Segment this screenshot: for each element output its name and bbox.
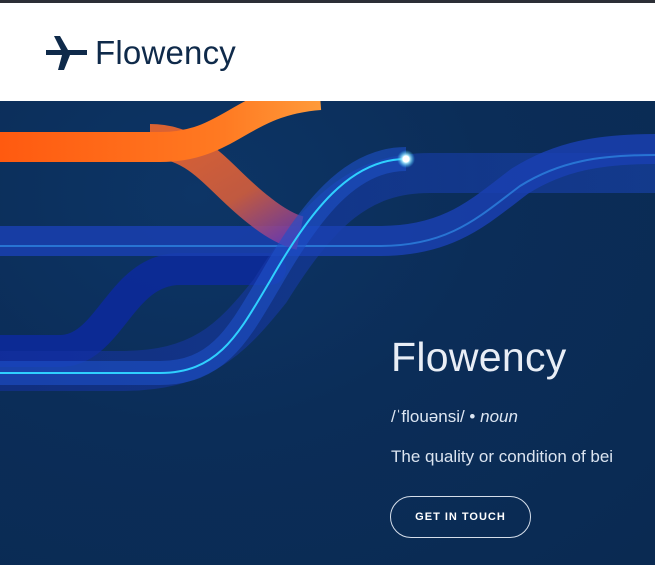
site-header: Flowency bbox=[0, 3, 655, 101]
flow-streams-illustration bbox=[0, 101, 655, 391]
brand-logo[interactable]: Flowency bbox=[46, 33, 236, 71]
hero-section: Flowency /ˈflouənsi/ • noun The quality … bbox=[0, 101, 655, 565]
part-of-speech: noun bbox=[480, 407, 518, 426]
get-in-touch-button[interactable]: GET IN TOUCH bbox=[390, 496, 531, 538]
definition-text: The quality or condition of bei bbox=[391, 447, 614, 466]
phonetic-text: /ˈflouənsi/ • bbox=[391, 407, 476, 426]
pronunciation: /ˈflouənsi/ • noun bbox=[391, 407, 518, 427]
plane-arrow-icon bbox=[46, 36, 87, 70]
hero-title: Flowency bbox=[391, 334, 567, 380]
brand-name: Flowency bbox=[95, 33, 236, 71]
